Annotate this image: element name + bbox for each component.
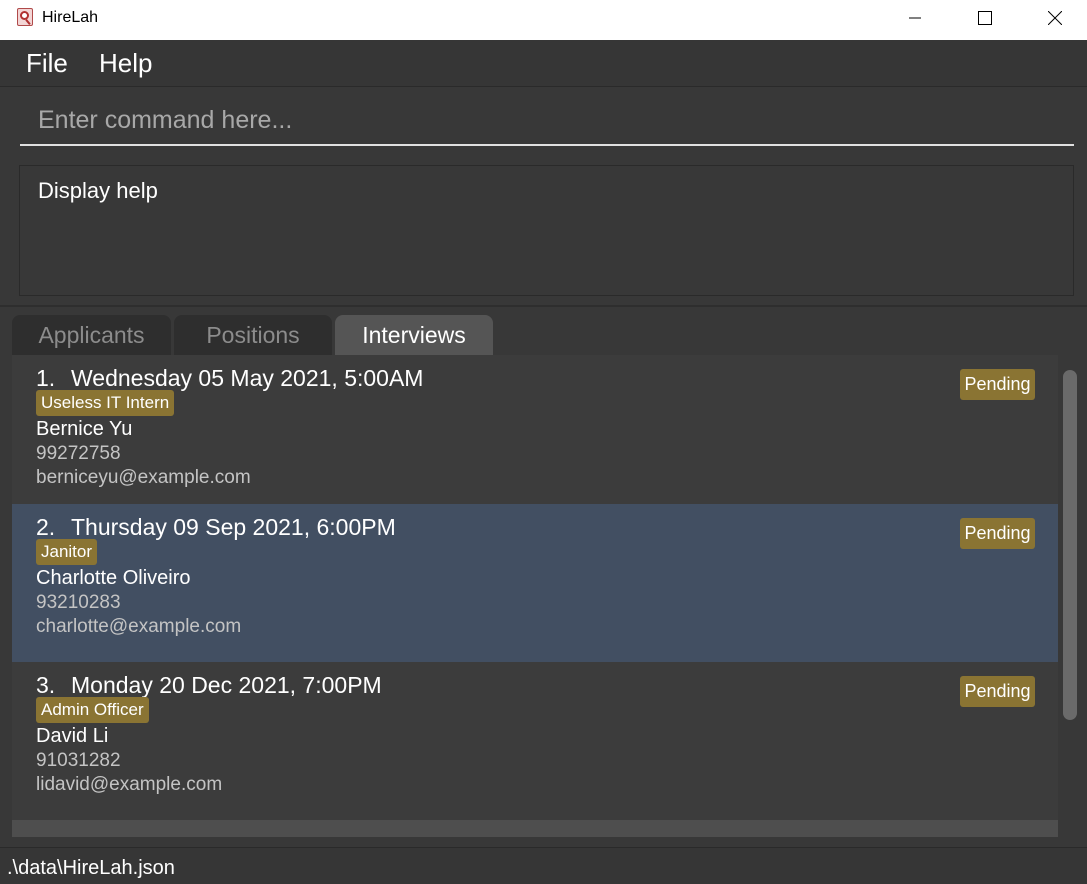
status-badge: Pending — [960, 518, 1035, 549]
app-logo-icon — [17, 8, 33, 26]
item-index: 3. — [36, 672, 56, 698]
command-input[interactable] — [20, 96, 1074, 146]
applicant-name: Charlotte Oliveiro — [36, 567, 191, 589]
position-tag: Janitor — [36, 539, 98, 565]
applicant-phone: 91031282 — [36, 750, 121, 771]
status-badge: Pending — [960, 369, 1035, 400]
applicant-email: charlotte@example.com — [36, 616, 242, 637]
maximize-icon[interactable] — [962, 0, 1008, 36]
tab-positions[interactable]: Positions — [174, 315, 332, 355]
applicant-email: berniceyu@example.com — [36, 467, 251, 488]
scrollbar-thumb[interactable] — [1063, 370, 1077, 720]
menu-file[interactable]: File — [26, 48, 68, 79]
data-file-path: .\data\HireLah.json — [7, 857, 175, 879]
title-bar: HireLah — [0, 0, 1087, 40]
close-icon[interactable] — [1032, 0, 1078, 36]
menu-help[interactable]: Help — [99, 48, 152, 79]
status-badge: Pending — [960, 676, 1035, 707]
position-tag: Useless IT Intern — [36, 390, 175, 416]
interview-datetime: Monday 20 Dec 2021, 7:00PM — [71, 672, 382, 698]
result-display: Display help — [19, 165, 1074, 296]
status-bar: .\data\HireLah.json — [0, 847, 1087, 884]
applicant-phone: 93210283 — [36, 592, 121, 613]
applicant-name: David Li — [36, 725, 109, 747]
list-item[interactable]: 1. Wednesday 05 May 2021, 5:00AM Useless… — [12, 355, 1058, 513]
tab-interviews[interactable]: Interviews — [335, 315, 493, 355]
interview-list: 1. Wednesday 05 May 2021, 5:00AM Useless… — [12, 355, 1058, 837]
applicant-email: lidavid@example.com — [36, 774, 223, 795]
interview-datetime: Wednesday 05 May 2021, 5:00AM — [71, 365, 424, 391]
list-item[interactable]: 3. Monday 20 Dec 2021, 7:00PM Admin Offi… — [12, 662, 1058, 820]
menu-bar: File Help — [0, 40, 1087, 87]
minimize-icon[interactable] — [892, 0, 938, 36]
interview-datetime: Thursday 09 Sep 2021, 6:00PM — [71, 514, 396, 540]
divider — [0, 305, 1087, 307]
item-index: 1. — [36, 365, 56, 391]
window-title: HireLah — [42, 9, 99, 26]
applicant-name: Bernice Yu — [36, 418, 133, 440]
item-index: 2. — [36, 514, 56, 540]
position-tag: Admin Officer — [36, 697, 149, 723]
list-item[interactable]: 2. Thursday 09 Sep 2021, 6:00PM Janitor … — [12, 504, 1058, 662]
scrollbar[interactable] — [1060, 355, 1082, 837]
applicant-phone: 99272758 — [36, 443, 121, 464]
result-text: Display help — [38, 178, 158, 203]
tab-applicants[interactable]: Applicants — [12, 315, 171, 355]
